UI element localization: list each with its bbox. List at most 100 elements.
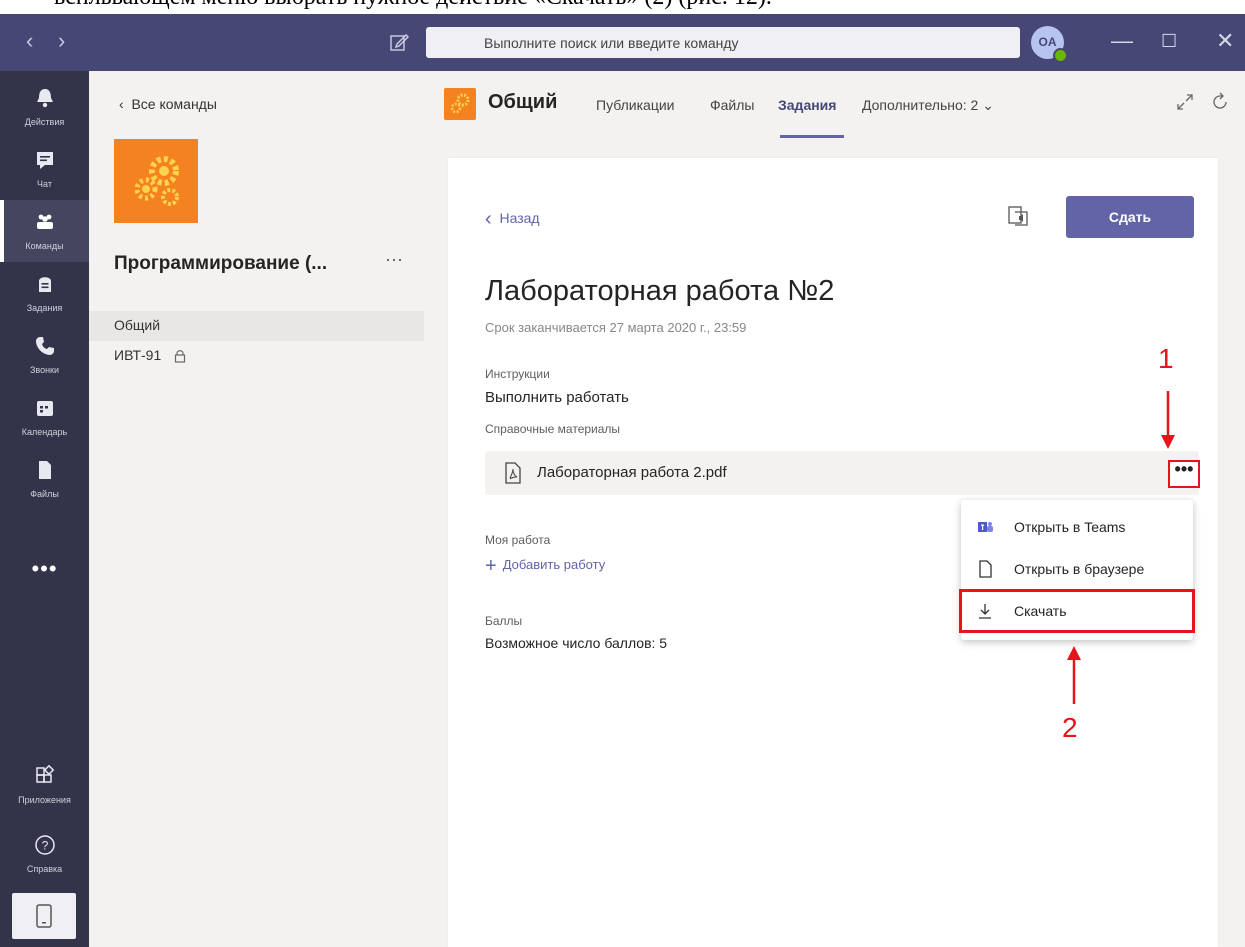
team-name: Программирование (... (114, 253, 328, 274)
tab-files[interactable]: Файлы (710, 97, 754, 113)
device-button[interactable] (12, 893, 76, 939)
rail-label: Файлы (30, 489, 59, 499)
document-caption: вспльвающем меню выбрать нужное действие… (0, 0, 1245, 14)
reference-file-row[interactable]: Лабораторная работа 2.pdf ••• (485, 451, 1200, 495)
menu-open-in-teams[interactable]: Открыть в Teams (961, 507, 1193, 547)
search-input[interactable]: Выполните поиск или введите команду (426, 27, 1020, 58)
rail-label: Чат (37, 179, 52, 189)
tab-assignments[interactable]: Задания (778, 97, 836, 113)
assignment-title: Лабораторная работа №2 (485, 275, 835, 307)
file-context-menu: Открыть в Teams Открыть в браузере Скача… (959, 500, 1195, 640)
rail-item-activity[interactable]: Действия (0, 76, 89, 138)
channel-ivt91[interactable]: ИВТ-91 (89, 341, 424, 371)
phone-icon (35, 337, 54, 355)
teams-panel: ‹ Все команды Программирование (... ··· … (89, 71, 424, 947)
chevron-down-icon: ⌄ (978, 97, 994, 113)
file-icon (979, 560, 992, 578)
channel-label: ИВТ-91 (114, 347, 162, 363)
instructions-label: Инструкции (485, 367, 550, 381)
search-placeholder: Выполните поиск или введите команду (484, 35, 739, 51)
rail-label: Справка (26, 864, 63, 874)
presence-icon (1053, 48, 1068, 63)
menu-open-in-browser[interactable]: Открыть в браузере (961, 549, 1193, 589)
close-icon[interactable]: ✕ (1216, 28, 1234, 54)
calendar-icon (36, 401, 53, 416)
teams-icon (978, 522, 993, 532)
rail-label: Календарь (21, 427, 68, 437)
my-work-label: Моя работа (485, 533, 551, 547)
minimize-icon[interactable]: — (1111, 28, 1133, 54)
file-more-button[interactable]: ••• (1168, 460, 1200, 488)
maximize-icon[interactable]: ☐ (1161, 31, 1177, 52)
lock-icon (174, 350, 186, 363)
annotation-arrow-down-icon (1161, 391, 1175, 449)
rail-item-teams[interactable]: Команды (0, 200, 89, 262)
chevron-left-icon: ‹ (119, 96, 132, 112)
plus-icon: + (485, 555, 497, 577)
points-text: Возможное число баллов: 5 (485, 635, 668, 651)
rail-label: Звонки (29, 365, 60, 375)
back-link[interactable]: ‹ Назад (485, 208, 540, 231)
active-tab-indicator (780, 135, 844, 138)
bell-icon (36, 89, 53, 108)
back-arrow-icon[interactable]: ‹ (26, 28, 33, 54)
rail-item-calendar[interactable]: Календарь (0, 386, 89, 448)
menu-item-label: Открыть в браузере (1014, 561, 1145, 577)
forward-arrow-icon[interactable]: › (58, 28, 65, 54)
mobile-icon (36, 904, 52, 928)
rail-label: Действия (24, 117, 65, 127)
submit-button[interactable]: Сдать (1066, 196, 1194, 238)
instructions-text: Выполнить работать (485, 389, 629, 406)
avatar-initials: OA (1038, 35, 1057, 49)
rail-item-calls[interactable]: Звонки (0, 324, 89, 386)
annotation-arrow-up-icon (1067, 646, 1081, 704)
rail-item-help[interactable]: ? Справка (0, 823, 89, 885)
file-name: Лабораторная работа 2.pdf (537, 464, 727, 481)
channel-general[interactable]: Общий (89, 311, 424, 341)
all-teams-link[interactable]: ‹ Все команды (119, 96, 217, 112)
rail-label: Приложения (18, 795, 71, 805)
immersive-reader-icon[interactable] (1006, 204, 1030, 228)
rail-item-files[interactable]: Файлы (0, 448, 89, 510)
rail-item-assignments[interactable]: Задания (0, 262, 89, 324)
pdf-file-icon (505, 462, 521, 484)
annotation-marker-2: 2 (1062, 712, 1078, 743)
file-icon (38, 461, 51, 479)
references-label: Справочные материалы (485, 422, 621, 436)
back-label: Назад (499, 210, 540, 226)
title-bar: ‹ › Выполните поиск или введите команду … (0, 14, 1245, 71)
assignments-icon (38, 277, 51, 292)
channel-label: Общий (114, 317, 161, 333)
channel-logo (444, 88, 476, 120)
expand-icon[interactable] (1174, 91, 1196, 113)
rail-item-apps[interactable]: Приложения (0, 754, 89, 816)
teams-icon (36, 214, 53, 229)
tab-more[interactable]: Дополнительно: 2 ⌄ (862, 97, 994, 114)
all-teams-label: Все команды (131, 96, 217, 112)
team-more-icon[interactable]: ··· (385, 249, 403, 270)
app-rail: Действия Чат Команды Задания Звонки Кале… (0, 71, 89, 947)
tab-more-label: Дополнительно: 2 (862, 97, 979, 113)
menu-download[interactable]: Скачать (959, 589, 1195, 633)
annotation-marker-1: 1 (1158, 343, 1174, 374)
help-icon: ? (34, 835, 55, 855)
refresh-icon[interactable] (1209, 91, 1231, 113)
menu-item-label: Открыть в Teams (1014, 519, 1126, 535)
gears-icon (450, 93, 470, 114)
due-date: Срок заканчивается 27 марта 2020 г., 23:… (485, 320, 747, 335)
caption-text: вспльвающем меню выбрать нужное действие… (54, 0, 772, 11)
add-work-button[interactable]: + Добавить работу (485, 555, 605, 578)
add-work-label: Добавить работу (502, 557, 606, 572)
avatar[interactable]: OA (1031, 26, 1068, 63)
channel-header: Общий Публикации Файлы Задания Дополните… (424, 71, 1245, 139)
rail-label: Команды (25, 241, 64, 251)
download-icon (979, 604, 991, 619)
menu-item-label: Скачать (1014, 603, 1067, 619)
tab-posts[interactable]: Публикации (596, 97, 674, 113)
points-label: Баллы (485, 614, 523, 628)
channel-title: Общий (488, 91, 558, 113)
compose-icon[interactable] (388, 31, 410, 53)
rail-more-icon[interactable]: ••• (0, 556, 89, 582)
chevron-left-icon: ‹ (485, 208, 492, 230)
rail-item-chat[interactable]: Чат (0, 138, 89, 200)
